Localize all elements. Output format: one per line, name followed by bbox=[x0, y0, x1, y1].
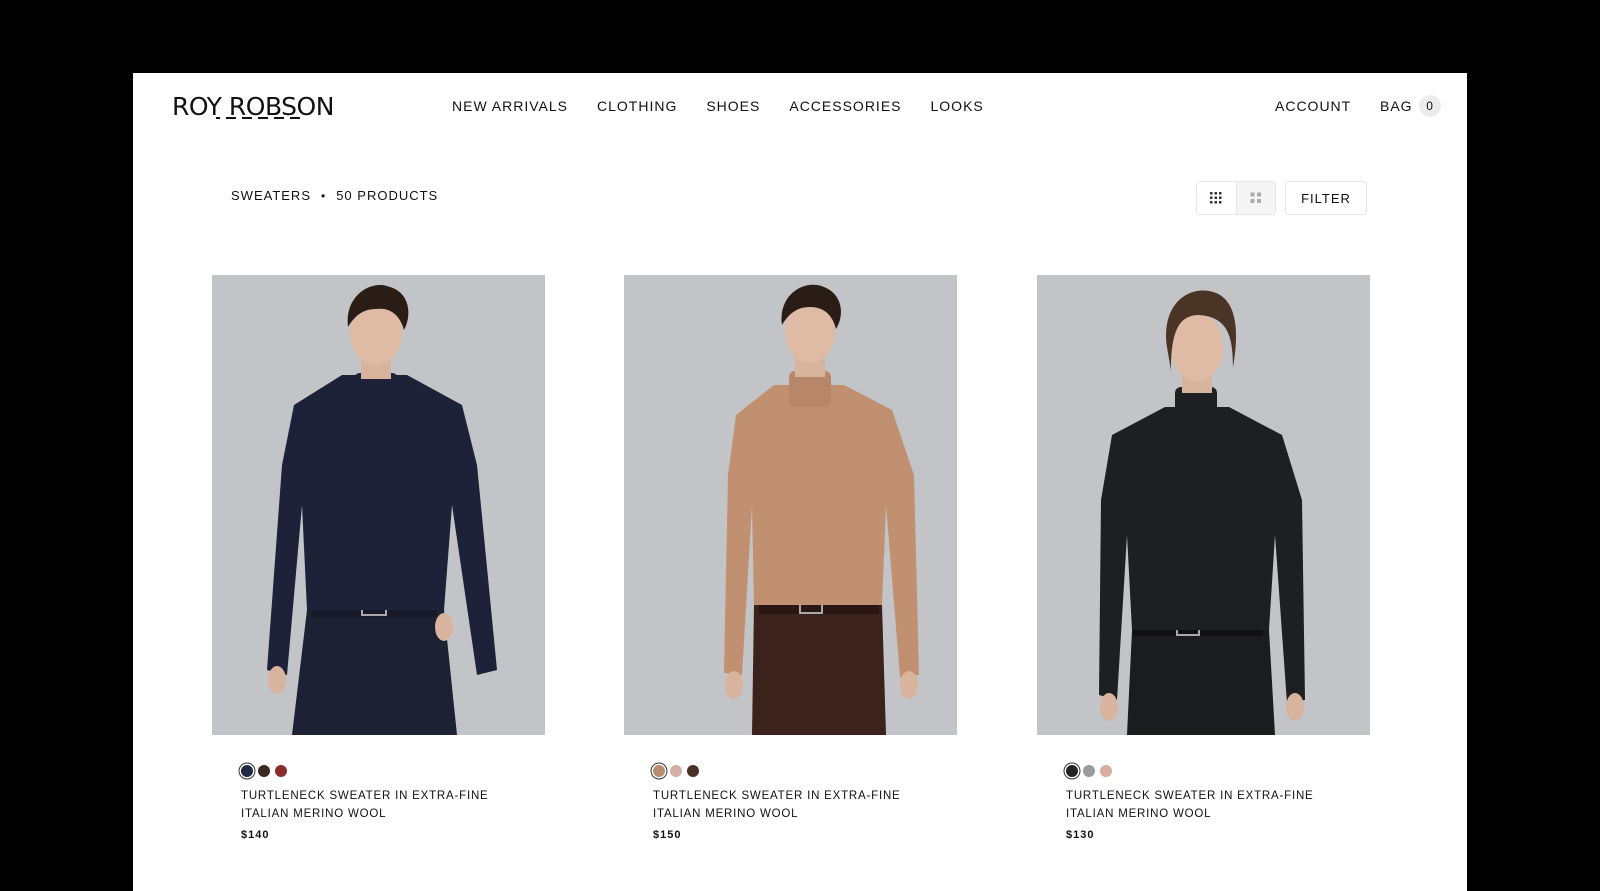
product-price: $130 bbox=[1066, 829, 1095, 841]
product-name[interactable]: TURTLENECK SWEATER IN EXTRA-FINE ITALIAN… bbox=[1066, 787, 1326, 823]
color-swatches bbox=[1066, 765, 1370, 777]
nav-shoes[interactable]: SHOES bbox=[706, 98, 760, 114]
color-swatch[interactable] bbox=[258, 765, 270, 777]
color-swatch[interactable] bbox=[1066, 765, 1078, 777]
page: ROY ROBSON NEW ARRIVALS CLOTHING SHOES A… bbox=[133, 73, 1467, 891]
product-name-line2: ITALIAN MERINO WOOL bbox=[1066, 808, 1212, 820]
product-name-line1: TURTLENECK SWEATER IN EXTRA-FINE bbox=[1066, 790, 1314, 802]
color-swatch[interactable] bbox=[241, 765, 253, 777]
main-nav: NEW ARRIVALS CLOTHING SHOES ACCESSORIES … bbox=[452, 98, 984, 114]
category-breadcrumb: SWEATERS • 50 PRODUCTS bbox=[231, 188, 438, 203]
product-card: TURTLENECK SWEATER IN EXTRA-FINE ITALIAN… bbox=[212, 275, 545, 841]
product-count: 50 PRODUCTS bbox=[336, 188, 439, 203]
category-title: SWEATERS bbox=[231, 188, 311, 203]
bag-button[interactable]: BAG 0 bbox=[1380, 95, 1441, 117]
product-name-line1: TURTLENECK SWEATER IN EXTRA-FINE bbox=[653, 790, 901, 802]
product-image[interactable] bbox=[212, 275, 545, 735]
product-price: $140 bbox=[241, 829, 270, 841]
product-image[interactable] bbox=[624, 275, 957, 735]
color-swatch[interactable] bbox=[687, 765, 699, 777]
nav-looks[interactable]: LOOKS bbox=[931, 98, 984, 114]
product-name[interactable]: TURTLENECK SWEATER IN EXTRA-FINE ITALIAN… bbox=[653, 787, 913, 823]
view-toggle bbox=[1196, 181, 1276, 215]
grid-4-view-button[interactable] bbox=[1236, 182, 1275, 214]
color-swatch[interactable] bbox=[1100, 765, 1112, 777]
bag-count-badge: 0 bbox=[1418, 95, 1441, 117]
product-card: TURTLENECK SWEATER IN EXTRA-FINE ITALIAN… bbox=[1037, 275, 1370, 841]
filter-button[interactable]: FILTER bbox=[1285, 181, 1367, 215]
grid-4-icon bbox=[1250, 192, 1261, 203]
product-name-line2: ITALIAN MERINO WOOL bbox=[653, 808, 799, 820]
product-name-line2: ITALIAN MERINO WOOL bbox=[241, 808, 387, 820]
nav-new-arrivals[interactable]: NEW ARRIVALS bbox=[452, 98, 568, 114]
product-name[interactable]: TURTLENECK SWEATER IN EXTRA-FINE ITALIAN… bbox=[241, 787, 501, 823]
product-image[interactable] bbox=[1037, 275, 1370, 735]
nav-clothing[interactable]: CLOTHING bbox=[597, 98, 677, 114]
color-swatch[interactable] bbox=[670, 765, 682, 777]
model-illustration bbox=[212, 275, 545, 735]
product-price: $150 bbox=[653, 829, 682, 841]
grid-9-view-button[interactable] bbox=[1197, 182, 1237, 214]
account-link[interactable]: ACCOUNT bbox=[1275, 98, 1351, 114]
product-card: TURTLENECK SWEATER IN EXTRA-FINE ITALIAN… bbox=[624, 275, 957, 841]
color-swatch[interactable] bbox=[653, 765, 665, 777]
model-illustration bbox=[624, 275, 957, 735]
product-name-line1: TURTLENECK SWEATER IN EXTRA-FINE bbox=[241, 790, 489, 802]
color-swatch[interactable] bbox=[275, 765, 287, 777]
grid-9-icon bbox=[1210, 192, 1222, 204]
color-swatches bbox=[241, 765, 545, 777]
logo-dashes bbox=[176, 117, 300, 119]
color-swatch[interactable] bbox=[1083, 765, 1095, 777]
separator-dot: • bbox=[321, 188, 327, 203]
color-swatches bbox=[653, 765, 957, 777]
model-illustration bbox=[1037, 275, 1370, 735]
bag-label: BAG bbox=[1380, 98, 1413, 114]
nav-accessories[interactable]: ACCESSORIES bbox=[789, 98, 901, 114]
